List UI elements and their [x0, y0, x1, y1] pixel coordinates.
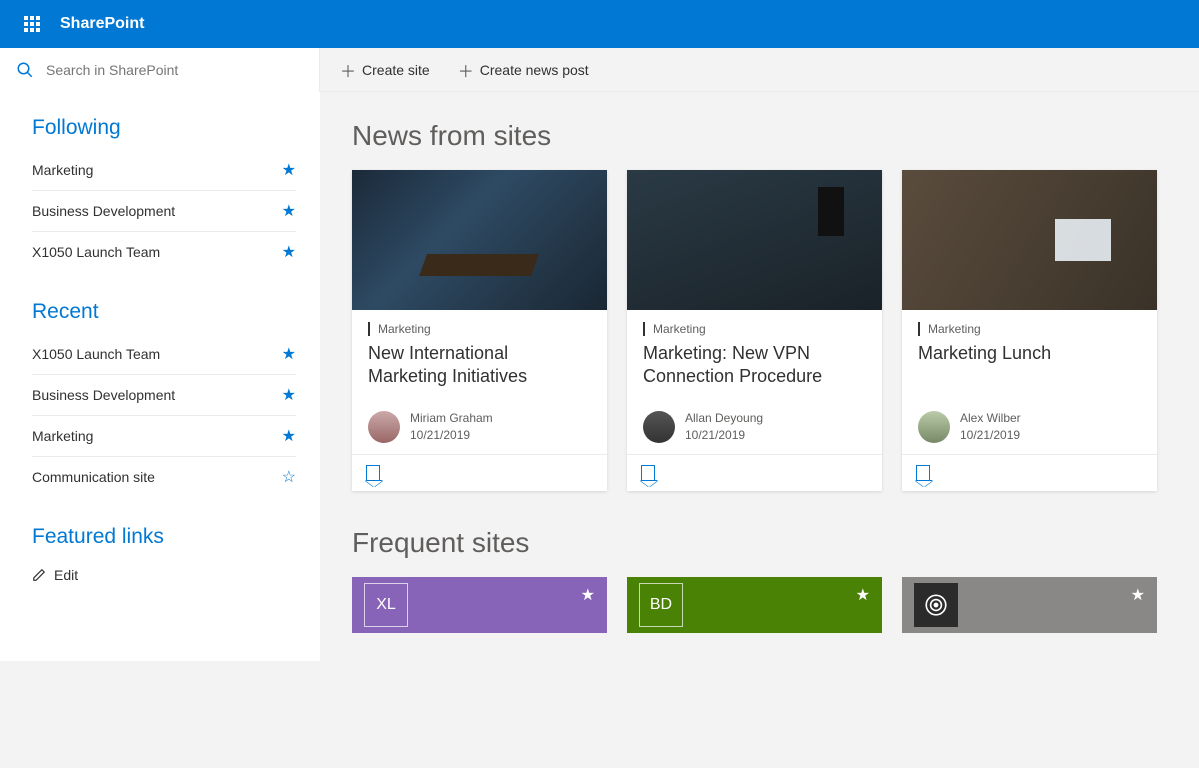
create-news-post-label: Create news post: [480, 62, 589, 78]
sidebar-item-label: Communication site: [32, 469, 155, 485]
top-row: ＋ Create site ＋ Create news post: [0, 48, 1199, 92]
following-title: Following: [32, 116, 296, 140]
main-content: News from sites Marketing New Internatio…: [320, 92, 1199, 661]
create-site-button[interactable]: ＋ Create site: [336, 52, 434, 88]
news-card[interactable]: Marketing New International Marketing In…: [352, 170, 607, 491]
sidebar-item-label: Business Development: [32, 203, 175, 219]
avatar: [368, 411, 400, 443]
news-author: Alex Wilber: [960, 410, 1021, 427]
recent-title: Recent: [32, 300, 296, 324]
news-row: Marketing New International Marketing In…: [352, 170, 1199, 491]
sidebar-item-following[interactable]: Marketing ★: [32, 150, 296, 191]
sidebar-item-following[interactable]: Business Development ★: [32, 191, 296, 232]
edit-label: Edit: [54, 567, 78, 583]
frequent-sites-title: Frequent sites: [352, 527, 1199, 559]
tile-letters: BD: [650, 596, 672, 614]
bookmark-icon[interactable]: [366, 465, 380, 481]
app-title: SharePoint: [60, 15, 144, 33]
frequent-sites-section: Frequent sites XL ★ BD ★ ★: [352, 527, 1199, 633]
body-layout: Following Marketing ★ Business Developme…: [0, 92, 1199, 661]
star-filled-icon[interactable]: ★: [282, 344, 296, 364]
sidebar-item-recent[interactable]: Business Development ★: [32, 375, 296, 416]
news-footer: [352, 454, 607, 491]
news-title: New International Marketing Initiatives: [368, 342, 591, 390]
news-author-row: Miriam Graham 10/21/2019: [368, 410, 591, 444]
star-filled-icon[interactable]: ★: [282, 242, 296, 262]
star-filled-icon[interactable]: ★: [1131, 585, 1145, 605]
sidebar-item-label: X1050 Launch Team: [32, 346, 160, 362]
news-thumbnail: [902, 170, 1157, 310]
edit-featured-links-button[interactable]: Edit: [32, 559, 296, 591]
frequent-site-tile[interactable]: BD ★: [627, 577, 882, 633]
star-filled-icon[interactable]: ★: [856, 585, 870, 605]
frequent-sites-row: XL ★ BD ★ ★: [352, 577, 1199, 633]
news-section-title: News from sites: [352, 120, 1199, 152]
app-launcher-icon[interactable]: [8, 0, 56, 48]
pencil-edit-icon: [32, 568, 46, 582]
create-news-post-button[interactable]: ＋ Create news post: [454, 52, 593, 88]
sidebar-item-recent[interactable]: Marketing ★: [32, 416, 296, 457]
avatar: [918, 411, 950, 443]
star-filled-icon[interactable]: ★: [282, 160, 296, 180]
search-box[interactable]: [0, 48, 320, 92]
header-bar: SharePoint: [0, 0, 1199, 48]
sidebar-section-featured-links: Featured links Edit: [32, 525, 296, 591]
news-date: 10/21/2019: [960, 427, 1021, 444]
news-author-row: Alex Wilber 10/21/2019: [918, 410, 1141, 444]
search-input[interactable]: [46, 62, 303, 78]
sidebar-item-recent[interactable]: X1050 Launch Team ★: [32, 334, 296, 375]
sidebar-section-recent: Recent X1050 Launch Team ★ Business Deve…: [32, 300, 296, 497]
featured-links-title: Featured links: [32, 525, 296, 549]
news-author-row: Allan Deyoung 10/21/2019: [643, 410, 866, 444]
star-filled-icon[interactable]: ★: [581, 585, 595, 605]
news-author: Allan Deyoung: [685, 410, 763, 427]
news-footer: [902, 454, 1157, 491]
sidebar: Following Marketing ★ Business Developme…: [0, 92, 320, 661]
sidebar-item-label: Business Development: [32, 387, 175, 403]
sidebar-item-label: X1050 Launch Team: [32, 244, 160, 260]
frequent-site-tile[interactable]: XL ★: [352, 577, 607, 633]
bookmark-icon[interactable]: [641, 465, 655, 481]
news-footer: [627, 454, 882, 491]
bookmark-icon[interactable]: [916, 465, 930, 481]
news-section: News from sites Marketing New Internatio…: [352, 120, 1199, 491]
star-filled-icon[interactable]: ★: [282, 201, 296, 221]
news-site-name: Marketing: [918, 322, 1141, 336]
news-thumbnail: [627, 170, 882, 310]
news-site-name: Marketing: [643, 322, 866, 336]
plus-icon: ＋: [340, 58, 356, 82]
news-thumbnail: [352, 170, 607, 310]
sidebar-item-recent[interactable]: Communication site ☆: [32, 457, 296, 497]
frequent-site-tile[interactable]: ★: [902, 577, 1157, 633]
sidebar-item-label: Marketing: [32, 428, 93, 444]
create-site-label: Create site: [362, 62, 430, 78]
avatar: [643, 411, 675, 443]
news-title: Marketing: New VPN Connection Procedure: [643, 342, 866, 390]
tile-letters: XL: [376, 596, 396, 614]
news-card[interactable]: Marketing Marketing: New VPN Connection …: [627, 170, 882, 491]
toolbar: ＋ Create site ＋ Create news post: [320, 48, 1199, 92]
plus-icon: ＋: [458, 58, 474, 82]
news-date: 10/21/2019: [685, 427, 763, 444]
news-title: Marketing Lunch: [918, 342, 1141, 390]
star-filled-icon[interactable]: ★: [282, 385, 296, 405]
sidebar-section-following: Following Marketing ★ Business Developme…: [32, 116, 296, 272]
search-icon: [16, 61, 34, 79]
news-site-name: Marketing: [368, 322, 591, 336]
target-icon: [923, 592, 949, 618]
site-tile-icon: [914, 583, 958, 627]
news-date: 10/21/2019: [410, 427, 493, 444]
news-card[interactable]: Marketing Marketing Lunch Alex Wilber 10…: [902, 170, 1157, 491]
sidebar-item-following[interactable]: X1050 Launch Team ★: [32, 232, 296, 272]
star-hollow-icon[interactable]: ☆: [282, 467, 296, 487]
star-filled-icon[interactable]: ★: [282, 426, 296, 446]
sidebar-item-label: Marketing: [32, 162, 93, 178]
site-tile-icon: BD: [639, 583, 683, 627]
site-tile-icon: XL: [364, 583, 408, 627]
news-author: Miriam Graham: [410, 410, 493, 427]
